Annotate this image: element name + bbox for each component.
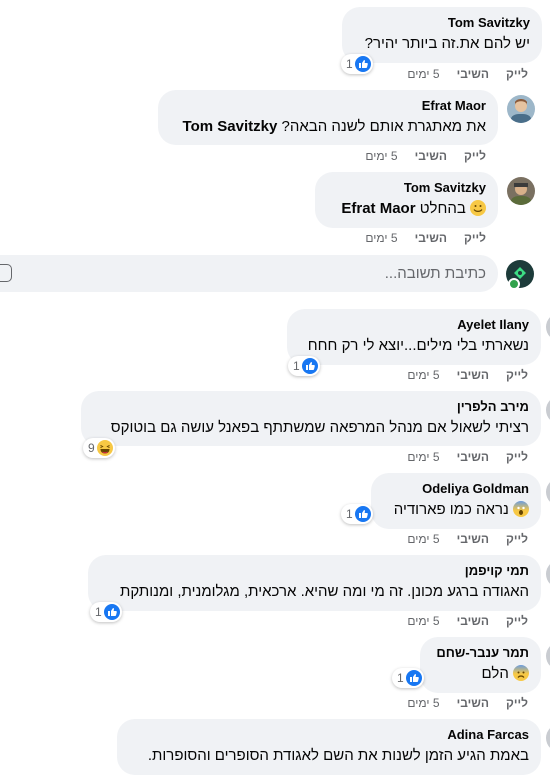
reply-link[interactable]: השיבי — [457, 368, 489, 382]
timestamp[interactable]: 5 ימים — [407, 368, 439, 382]
comment-actions: לייק השיבי 5 ימים — [407, 696, 528, 710]
like-link[interactable]: לייק — [464, 149, 486, 163]
comment-bubble: Efrat Maor את מאתגרת אותם לשנה הבאה? Tom… — [158, 90, 498, 145]
reaction-count: 1 — [346, 57, 353, 71]
haha-reaction-icon — [96, 440, 113, 456]
comment-bubble: Odeliya Goldman נראה כמו פארודיה — [371, 473, 541, 529]
avatar[interactable] — [507, 95, 535, 123]
comment-actions: לייק השיבי 5 ימים — [407, 67, 528, 81]
reaction-count: 1 — [293, 359, 300, 373]
comment-actions: לייק השיבי 5 ימים — [365, 231, 486, 245]
reply-link[interactable]: השיבי — [457, 696, 489, 710]
mentioned-user[interactable]: Efrat Maor — [341, 200, 415, 217]
scream-emoji-icon — [513, 501, 529, 517]
reaction-summary[interactable]: 1 — [288, 356, 320, 376]
reply-link[interactable]: השיבי — [457, 67, 489, 81]
fearful-emoji-icon — [513, 665, 529, 681]
comment-bubble: מירב הלפרין רציתי לשאול אם מנהל המרפאה ש… — [81, 391, 541, 446]
comment-author[interactable]: Odeliya Goldman — [383, 481, 529, 497]
comment-text: את מאתגרת אותם לשנה הבאה? Tom Savitzky — [170, 117, 486, 137]
comment-text-body: את מאתגרת אותם לשנה הבאה? — [281, 118, 486, 135]
like-link[interactable]: לייק — [506, 614, 528, 628]
timestamp[interactable]: 5 ימים — [407, 532, 439, 546]
reply-link[interactable]: השיבי — [457, 450, 489, 464]
comment-actions: לייק השיבי 5 ימים — [365, 149, 486, 163]
reaction-count: 1 — [397, 671, 404, 685]
reaction-count: 9 — [88, 441, 95, 455]
like-link[interactable]: לייק — [506, 532, 528, 546]
comment-bubble: תמי קויפמן האגודה ברגע מכונן. זה מי ומה … — [88, 555, 541, 611]
reply-link[interactable]: השיבי — [415, 231, 447, 245]
like-reaction-icon — [405, 670, 422, 686]
like-link[interactable]: לייק — [464, 231, 486, 245]
like-link[interactable]: לייק — [506, 696, 528, 710]
comment-actions: לייק השיבי 5 ימים — [407, 368, 528, 382]
comment-bubble: Tom Savitzky יש להם את.זה ביותר יהיר? — [342, 7, 542, 63]
reply-input[interactable]: כתיבת תשובה... — [0, 255, 498, 292]
avatar[interactable] — [546, 642, 550, 670]
reply-link[interactable]: השיבי — [415, 149, 447, 163]
like-reaction-icon — [103, 604, 120, 620]
timestamp[interactable]: 5 ימים — [407, 696, 439, 710]
comment-text: רציתי לשאול אם מנהל המרפאה שמשתתף בפאנל … — [110, 419, 529, 436]
comment-author[interactable]: Tom Savitzky — [354, 15, 530, 31]
reaction-summary[interactable]: 9 — [83, 438, 115, 458]
comment-author[interactable]: מירב הלפרין — [93, 399, 529, 415]
reaction-summary[interactable]: 1 — [341, 54, 373, 74]
avatar[interactable] — [546, 560, 550, 588]
like-reaction-icon — [301, 358, 318, 374]
timestamp[interactable]: 5 ימים — [365, 149, 397, 163]
timestamp[interactable]: 5 ימים — [407, 614, 439, 628]
comment-text-body: נראה כמו פארודיה — [393, 501, 509, 518]
comment-text-body: הלם — [481, 665, 509, 682]
comment-text: באמת הגיע הזמן לשנות את השם לאגודת הסופר… — [147, 747, 529, 764]
like-reaction-icon — [354, 56, 371, 72]
reaction-summary[interactable]: 1 — [341, 504, 373, 524]
like-reaction-icon — [354, 506, 371, 522]
smile-emoji-icon — [470, 200, 486, 216]
comment-bubble: Ayelet Ilany נשארתי בלי מילים...יוצא לי … — [287, 309, 541, 365]
comment-author[interactable]: Ayelet Ilany — [299, 317, 529, 333]
comment-text: בהחלט Efrat Maor — [327, 199, 486, 219]
comment-bubble: Adina Farcas באמת הגיע הזמן לשנות את השם… — [117, 719, 541, 775]
reaction-summary[interactable]: 1 — [392, 668, 424, 688]
comment-bubble: תמר ענבר-שחם הלם — [420, 637, 541, 693]
comment-bubble: Tom Savitzky בהחלט Efrat Maor — [315, 172, 498, 228]
comment-author[interactable]: Efrat Maor — [170, 98, 486, 114]
online-status-dot — [508, 278, 520, 290]
comment-text: יש להם את.זה ביותר יהיר? — [364, 35, 530, 52]
avatar[interactable] — [507, 177, 535, 205]
timestamp[interactable]: 5 ימים — [407, 450, 439, 464]
mentioned-user[interactable]: Tom Savitzky — [183, 118, 278, 135]
comment-author[interactable]: Adina Farcas — [129, 727, 529, 743]
comment-author[interactable]: תמי קויפמן — [100, 563, 529, 579]
comment-text: נראה כמו פארודיה — [383, 500, 529, 520]
avatar[interactable] — [546, 396, 550, 424]
comment-actions: לייק השיבי 5 ימים — [407, 614, 528, 628]
like-link[interactable]: לייק — [506, 368, 528, 382]
like-link[interactable]: לייק — [506, 450, 528, 464]
reply-link[interactable]: השיבי — [457, 532, 489, 546]
like-link[interactable]: לייק — [506, 67, 528, 81]
reply-link[interactable]: השיבי — [457, 614, 489, 628]
comment-author[interactable]: Tom Savitzky — [327, 180, 486, 196]
reaction-count: 1 — [346, 507, 353, 521]
timestamp[interactable]: 5 ימים — [407, 67, 439, 81]
reply-placeholder: כתיבת תשובה... — [384, 265, 486, 282]
comment-author[interactable]: תמר ענבר-שחם — [432, 645, 529, 661]
timestamp[interactable]: 5 ימים — [365, 231, 397, 245]
comment-actions: לייק השיבי 5 ימים — [407, 450, 528, 464]
reaction-count: 1 — [95, 605, 102, 619]
comment-text: האגודה ברגע מכונן. זה מי ומה שהיא. ארכאי… — [119, 583, 529, 600]
avatar[interactable] — [546, 724, 550, 752]
comment-text-body: בהחלט — [419, 200, 466, 217]
reaction-summary[interactable]: 1 — [90, 602, 122, 622]
avatar[interactable] — [546, 478, 550, 506]
comment-actions: לייק השיבי 5 ימים — [407, 532, 528, 546]
sticker-icon[interactable] — [0, 264, 12, 282]
comment-text: הלם — [432, 664, 529, 684]
avatar[interactable] — [546, 313, 550, 341]
comment-text: נשארתי בלי מילים...יוצא לי רק חחח — [307, 337, 529, 354]
